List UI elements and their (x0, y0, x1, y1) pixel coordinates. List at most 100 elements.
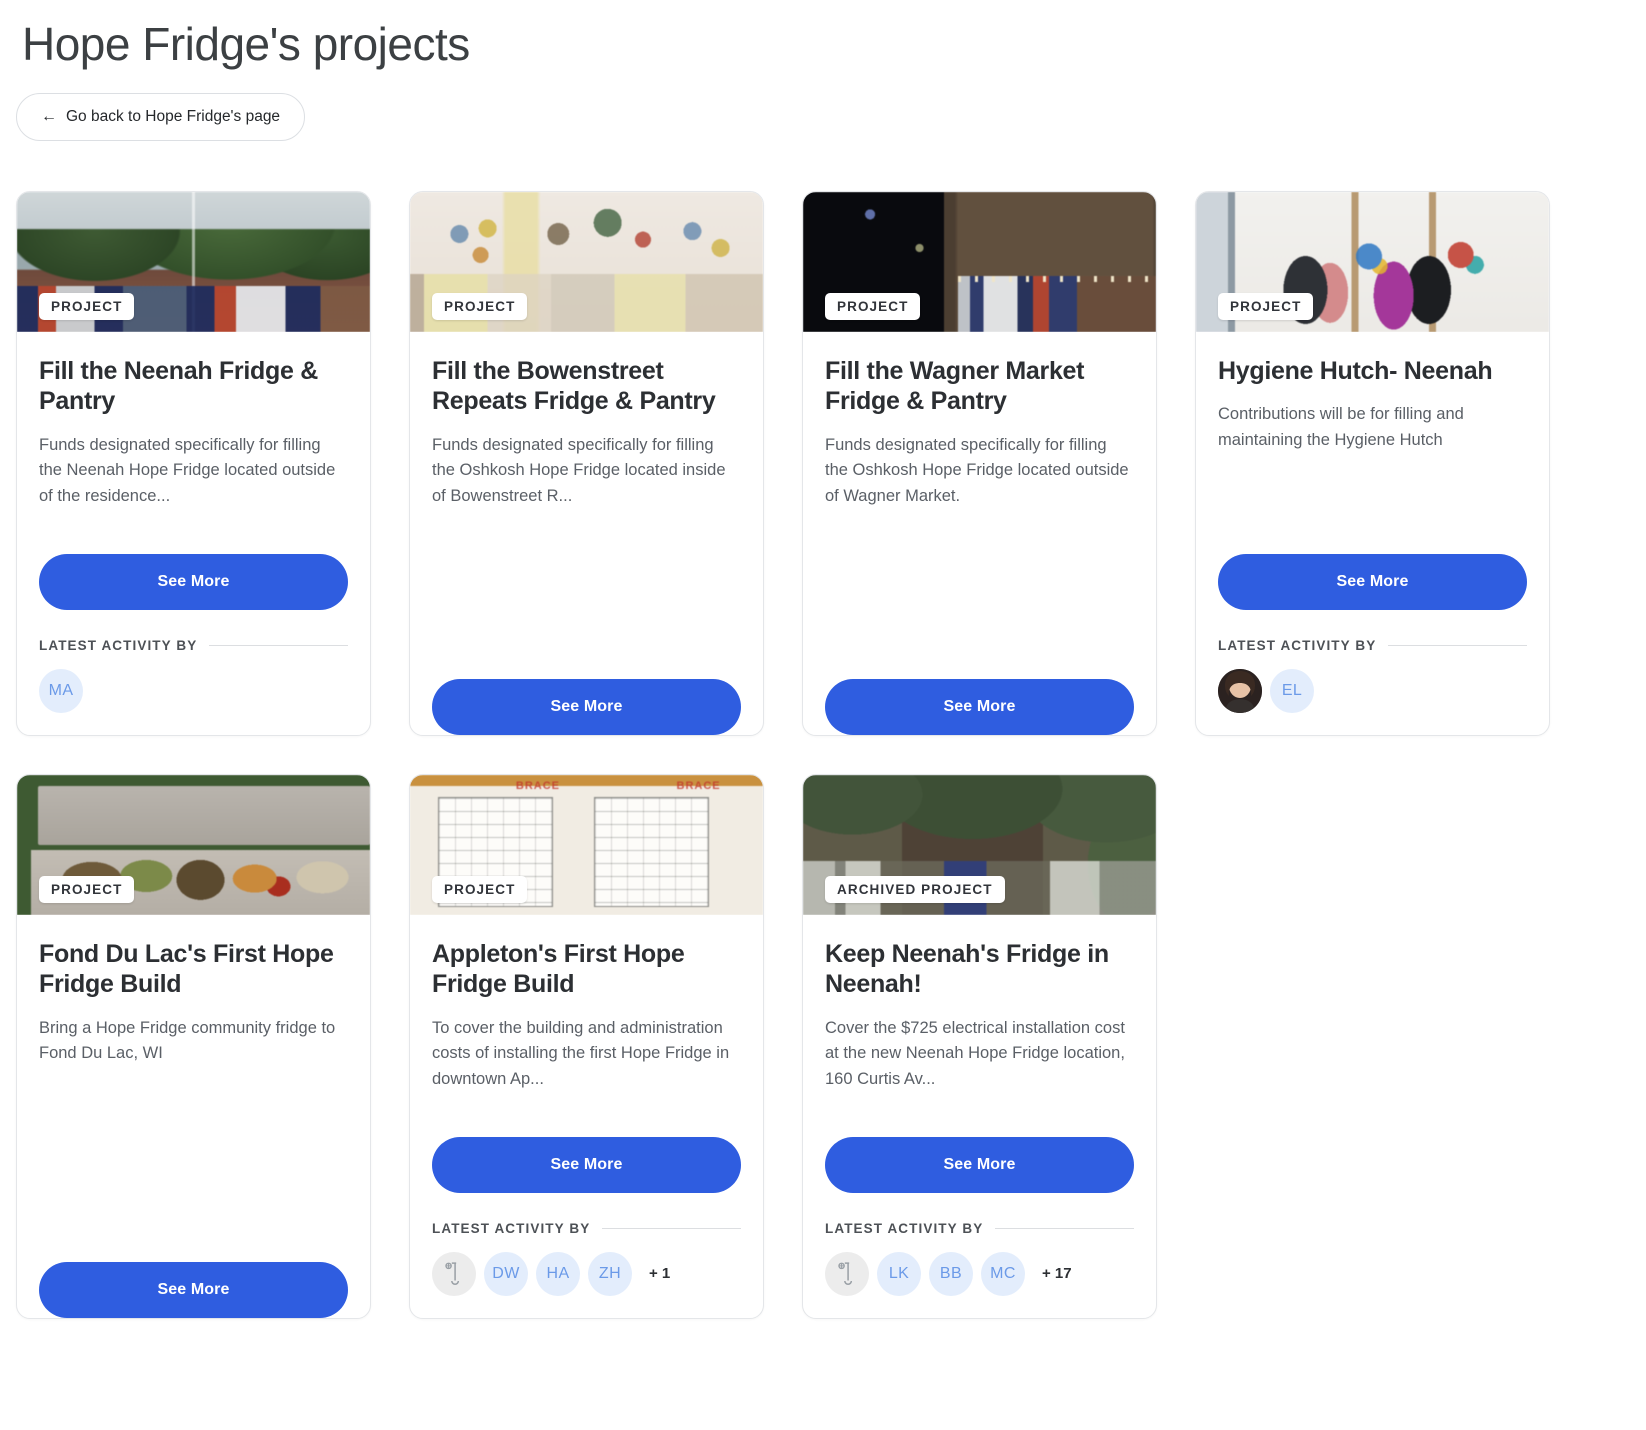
project-card[interactable]: PROJECT Fill the Neenah Fridge & Pantry Fu… (16, 190, 371, 736)
avatar-list: EL (1218, 668, 1527, 713)
see-more-button-area: See More (825, 1111, 1134, 1193)
latest-activity-label: LATEST ACTIVITY BY (432, 1220, 591, 1236)
project-card-body: Fill the Wagner Market Fridge & Pantry Fu… (803, 332, 1156, 735)
divider-line (995, 1227, 1134, 1229)
project-title: Keep Neenah's Fridge in Neenah! (825, 939, 1109, 999)
project-description: Funds designated specifically for fillin… (39, 435, 336, 506)
project-type-badge: ARCHIVED PROJECT (825, 876, 1005, 903)
project-image: BRACE BRACE PROJECT (410, 774, 763, 915)
project-card[interactable]: PROJECT Fill the Wagner Market Fridge & P… (802, 190, 1157, 736)
avatar[interactable]: MA (39, 668, 83, 713)
see-more-button-area: See More (39, 1236, 348, 1318)
project-image: PROJECT (17, 191, 370, 332)
go-back-button-label: Go back to Hope Fridge's page (66, 107, 281, 125)
project-card-body: Hygiene Hutch- Neenah Contributions will … (1196, 332, 1549, 610)
page-title: Hope Fridge's projects (22, 18, 470, 70)
latest-activity-header: LATEST ACTIVITY BY (432, 1221, 741, 1236)
project-image: PROJECT (803, 191, 1156, 332)
blueprint-annotation: BRACE (676, 780, 721, 793)
latest-activity-section: LATEST ACTIVITY BY DW HA ZH + 1 (410, 1193, 763, 1318)
project-title: Fill the Neenah Fridge & Pantry (39, 356, 318, 416)
project-title: Fill the Bowenstreet Repeats Fridge & Pa… (432, 356, 716, 416)
broken-image-icon (445, 1262, 460, 1285)
avatar-photo[interactable] (1218, 668, 1262, 713)
avatar-list: MA (39, 668, 348, 713)
latest-activity-header: LATEST ACTIVITY BY (39, 638, 348, 653)
project-title: Fill the Wagner Market Fridge & Pantry (825, 356, 1085, 416)
latest-activity-label: LATEST ACTIVITY BY (825, 1220, 984, 1236)
avatar[interactable]: HA (536, 1251, 580, 1296)
project-description: Cover the $725 electrical installation c… (825, 1018, 1125, 1089)
see-more-button-area: See More (432, 1111, 741, 1193)
see-more-button[interactable]: See More (432, 1136, 741, 1193)
project-image: ARCHIVED PROJECT (803, 774, 1156, 915)
see-more-button[interactable]: See More (1218, 553, 1527, 610)
project-type-badge: PROJECT (825, 293, 921, 320)
latest-activity-header: LATEST ACTIVITY BY (1218, 638, 1527, 653)
additional-contributors-count[interactable]: + 17 (1042, 1265, 1072, 1282)
project-type-badge: PROJECT (39, 876, 135, 903)
project-card-body: Fill the Neenah Fridge & Pantry Funds des… (17, 332, 370, 610)
avatar-placeholder[interactable] (432, 1251, 476, 1296)
go-back-button[interactable]: ← Go back to Hope Fridge's page (16, 92, 306, 141)
project-description: Funds designated specifically for fillin… (432, 435, 726, 506)
divider-line (1388, 644, 1527, 646)
project-card-body: Fond Du Lac's First Hope Fridge Build Bri… (17, 915, 370, 1318)
avatar[interactable]: MC (981, 1251, 1025, 1296)
project-title: Hygiene Hutch- Neenah (1218, 356, 1493, 385)
latest-activity-section: LATEST ACTIVITY BY MA (17, 610, 370, 735)
project-type-badge: PROJECT (432, 293, 528, 320)
latest-activity-label: LATEST ACTIVITY BY (1218, 637, 1377, 653)
see-more-button[interactable]: See More (825, 1136, 1134, 1193)
latest-activity-section: LATEST ACTIVITY BY LK BB MC + 17 (803, 1193, 1156, 1318)
see-more-button[interactable]: See More (825, 678, 1134, 735)
see-more-button[interactable]: See More (432, 678, 741, 735)
avatar[interactable]: DW (484, 1251, 528, 1296)
project-description: Contributions will be for filling and ma… (1218, 405, 1464, 449)
divider-line (209, 644, 348, 646)
avatar-list: DW HA ZH + 1 (432, 1251, 741, 1296)
additional-contributors-count[interactable]: + 1 (649, 1265, 670, 1282)
avatar-list: LK BB MC + 17 (825, 1251, 1134, 1296)
see-more-button[interactable]: See More (39, 1261, 348, 1318)
project-description: Bring a Hope Fridge community fridge to … (39, 1018, 336, 1063)
project-type-badge: PROJECT (1218, 293, 1314, 320)
project-image: PROJECT (410, 191, 763, 332)
avatar-placeholder[interactable] (825, 1251, 869, 1296)
project-card[interactable]: PROJECT Fill the Bowenstreet Repeats Frid… (409, 190, 764, 736)
avatar[interactable]: EL (1270, 668, 1314, 713)
left-arrow-icon: ← (41, 107, 57, 125)
project-type-badge: PROJECT (432, 876, 528, 903)
project-card-grid: PROJECT Fill the Neenah Fridge & Pantry Fu… (0, 141, 1646, 1349)
latest-activity-section: LATEST ACTIVITY BY EL (1196, 610, 1549, 735)
project-description: To cover the building and administration… (432, 1018, 730, 1089)
see-more-button-area: See More (825, 653, 1134, 735)
project-image: PROJECT (17, 774, 370, 915)
project-image: PROJECT (1196, 191, 1549, 332)
avatar[interactable]: ZH (588, 1251, 632, 1296)
avatar-photo-image (1218, 668, 1262, 713)
project-title: Fond Du Lac's First Hope Fridge Build (39, 939, 334, 999)
see-more-button[interactable]: See More (39, 553, 348, 610)
project-card-body: Fill the Bowenstreet Repeats Fridge & Pa… (410, 332, 763, 735)
project-type-badge: PROJECT (39, 293, 135, 320)
broken-image-icon (838, 1262, 853, 1285)
projects-page: Hope Fridge's projects ← Go back to Hope… (0, 0, 1646, 1349)
see-more-button-area: See More (1218, 528, 1527, 610)
project-card[interactable]: PROJECT Hygiene Hutch- Neenah Contribution… (1195, 190, 1550, 736)
back-button-wrapper: ← Go back to Hope Fridge's page (0, 71, 1646, 141)
see-more-button-area: See More (39, 528, 348, 610)
project-card[interactable]: ARCHIVED PROJECT Keep Neenah's Fridge in … (802, 773, 1157, 1319)
project-card-body: Keep Neenah's Fridge in Neenah! Cover the… (803, 915, 1156, 1193)
see-more-button-area: See More (432, 653, 741, 735)
project-card[interactable]: PROJECT Fond Du Lac's First Hope Fridge B… (16, 773, 371, 1319)
project-title: Appleton's First Hope Fridge Build (432, 939, 685, 999)
latest-activity-header: LATEST ACTIVITY BY (825, 1221, 1134, 1236)
project-card-body: Appleton's First Hope Fridge Build To cov… (410, 915, 763, 1193)
latest-activity-label: LATEST ACTIVITY BY (39, 637, 198, 653)
project-card[interactable]: BRACE BRACE PROJECT Appleton's First Hope F… (409, 773, 764, 1319)
project-description: Funds designated specifically for fillin… (825, 435, 1129, 506)
avatar[interactable]: BB (929, 1251, 973, 1296)
avatar[interactable]: LK (877, 1251, 921, 1296)
blueprint-annotation: BRACE (515, 780, 561, 793)
